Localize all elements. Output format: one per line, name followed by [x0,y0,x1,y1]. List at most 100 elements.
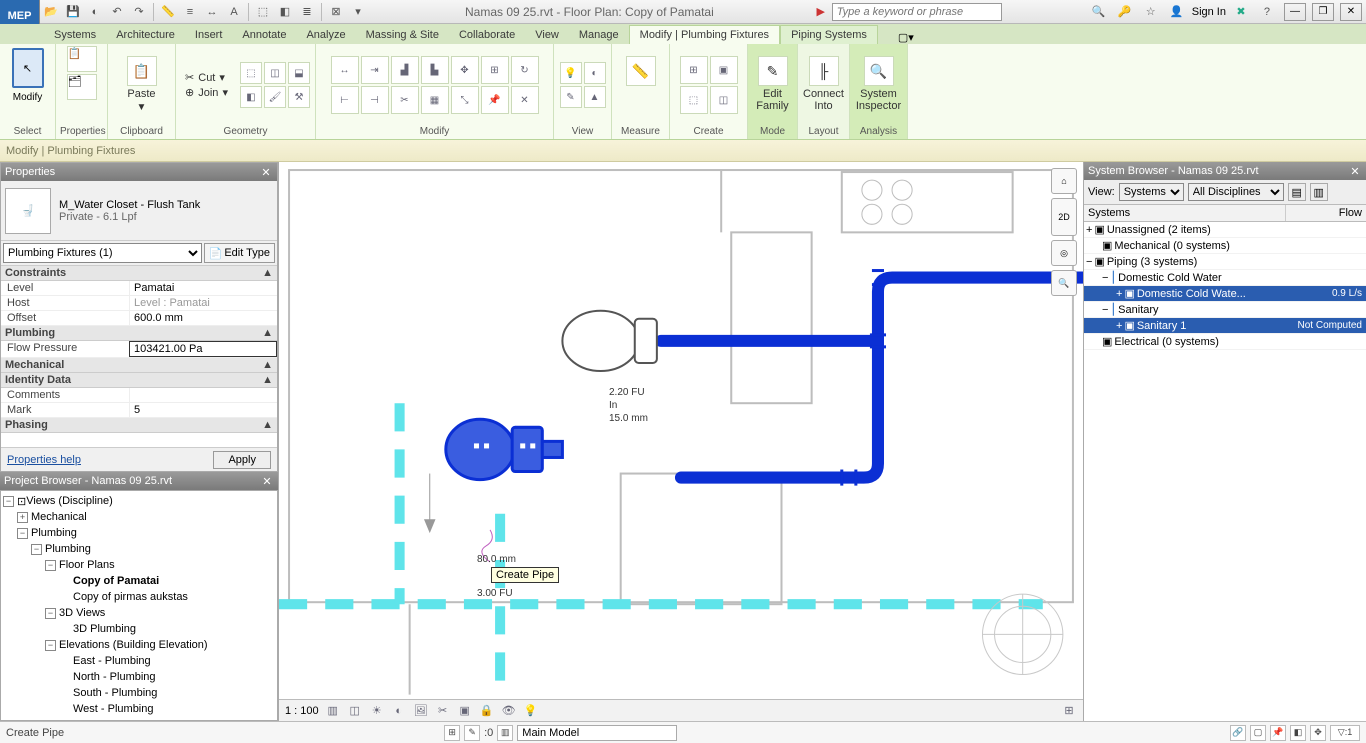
crop-region-icon[interactable]: ▣ [457,703,473,719]
help-search-input[interactable] [832,3,1002,21]
tab-analyze[interactable]: Analyze [296,26,355,44]
close-inactive-icon[interactable]: ⊠ [325,1,347,23]
worksets-icon[interactable]: ⊞ [1061,703,1077,719]
cut-button[interactable]: ✂ Cut ▾ [185,71,228,84]
tab-view[interactable]: View [525,26,569,44]
search-icon[interactable]: 🔍 [1088,1,1110,23]
scale-icon-btn[interactable]: ⤡ [451,86,479,114]
cat-constraints[interactable]: Constraints▲ [1,266,277,281]
main-model-field[interactable] [517,725,677,741]
col-systems[interactable]: Systems [1084,205,1286,221]
lock-3d-icon[interactable]: 🔒 [479,703,495,719]
reveal-hidden-icon[interactable]: 💡 [523,703,539,719]
measure-button[interactable]: 📏 [620,52,662,118]
properties-button[interactable]: 📋 [67,46,97,72]
sun-path-icon[interactable]: ☀ [369,703,385,719]
section-icon[interactable]: ◧ [274,1,296,23]
close-icon[interactable]: ✕ [259,165,273,179]
override-icon[interactable]: ◐ [584,62,606,84]
system-inspector-button[interactable]: 🔍System Inspector [858,52,900,118]
play-icon[interactable]: ▶ [810,1,832,23]
cat-plumbing[interactable]: Plumbing▲ [1,326,277,341]
tree-floorplans[interactable]: Floor Plans [59,559,115,571]
app-menu-button[interactable]: MEP [0,0,40,24]
split-face-icon[interactable]: ◧ [240,86,262,108]
shadows-icon[interactable]: ◐ [391,703,407,719]
connect-into-button[interactable]: ╟Connect Into [803,52,845,118]
tree-toggle[interactable]: − [45,640,56,651]
paste-button[interactable]: 📋Paste▼ [121,52,163,118]
tree-west[interactable]: West - Plumbing [73,703,154,715]
editable-only-icon[interactable]: ✎ [464,725,480,741]
worksets-icon[interactable]: ⊞ [444,725,460,741]
signin-link[interactable]: Sign In [1192,6,1226,18]
tree-toggle[interactable]: − [1102,304,1108,316]
tree-plumbing-sub[interactable]: Plumbing [45,543,91,555]
tree-view-copy-pamatai[interactable]: Copy of Pamatai [73,575,159,587]
tree-toggle[interactable]: − [45,560,56,571]
tree-east[interactable]: East - Plumbing [73,655,151,667]
drag-on-select-icon[interactable]: ✥ [1310,725,1326,741]
zoom-icon[interactable]: 🔍 [1051,270,1077,296]
drawing-canvas[interactable]: 2.20 FU In 15.0 mm 80.0 mm Create Pipe 3… [278,162,1084,721]
tab-manage[interactable]: Manage [569,26,629,44]
tab-insert[interactable]: Insert [185,26,233,44]
select-links-icon[interactable]: 🔗 [1230,725,1246,741]
tree-root[interactable]: Views (Discipline) [26,495,113,507]
user-icon[interactable]: 👤 [1166,1,1188,23]
properties-header[interactable]: Properties✕ [1,163,277,181]
star-icon[interactable]: ☆ [1140,1,1162,23]
tree-3dviews[interactable]: 3D Views [59,607,105,619]
sync-icon[interactable]: ◐ [84,1,106,23]
cut-geom-icon[interactable]: ◫ [264,62,286,84]
tree-toggle[interactable]: − [31,544,42,555]
trim-extend-icon[interactable]: ⊢ [331,86,359,114]
render-dialog-icon[interactable]: 🖼 [413,703,429,719]
select-pinned-icon[interactable]: 📌 [1270,725,1286,741]
move-icon-btn[interactable]: ✥ [451,56,479,84]
tree-view-copy-pirmas[interactable]: Copy of pirmas aukstas [73,591,188,603]
tree-toggle[interactable]: − [3,496,14,507]
delete-icon[interactable]: ✕ [511,86,539,114]
tree-toggle[interactable]: + [17,512,28,523]
close-button[interactable]: ✕ [1340,3,1362,21]
cat-identity[interactable]: Identity Data▲ [1,373,277,388]
filter-icon[interactable]: ▥ [1310,183,1328,201]
align-icon[interactable]: ≡ [179,1,201,23]
design-options-icon[interactable]: ▥ [497,725,513,741]
paint-icon[interactable]: 🖌 [264,86,286,108]
pin-icon[interactable]: 📌 [481,86,509,114]
wall-join-icon[interactable]: ⬓ [288,62,310,84]
temp-hide-icon[interactable]: 👁 [501,703,517,719]
restore-button[interactable]: ❐ [1312,3,1334,21]
apply-button[interactable]: Apply [213,451,271,469]
select-underlay-icon[interactable]: ▢ [1250,725,1266,741]
edit-type-button[interactable]: 📄Edit Type [204,243,275,263]
create-group-icon[interactable]: ▣ [710,56,738,84]
tab-modify-plumbing-fixtures[interactable]: Modify | Plumbing Fixtures [629,25,780,44]
steering-wheel-icon[interactable]: ◎ [1051,240,1077,266]
text-icon[interactable]: A [223,1,245,23]
rotate-icon-btn[interactable]: ↻ [511,56,539,84]
tree-north[interactable]: North - Plumbing [73,671,156,683]
system-browser-header[interactable]: System Browser - Namas 09 25.rvt✕ [1084,162,1366,180]
detail-level-icon[interactable]: ▥ [325,703,341,719]
help-icon[interactable]: ? [1256,1,1278,23]
thin-lines-icon[interactable]: ≣ [296,1,318,23]
type-properties-button[interactable]: 🗂 [67,74,97,100]
scale-selector[interactable]: 1 : 100 [285,705,319,717]
tree-elevations[interactable]: Elevations (Building Elevation) [59,639,208,651]
properties-help-link[interactable]: Properties help [7,454,81,466]
viewcube-icon[interactable]: 2D [1051,198,1077,236]
close-icon[interactable]: ✕ [1348,164,1362,178]
home-icon[interactable]: ⌂ [1051,168,1077,194]
tab-architecture[interactable]: Architecture [106,26,185,44]
tree-toggle[interactable]: + [1116,288,1122,300]
ribbon-minimize-icon[interactable]: ▢▾ [898,31,914,44]
redo-icon[interactable]: ↷ [128,1,150,23]
system-browser-grid[interactable]: SystemsFlow +▣ Unassigned (2 items) ▣ Me… [1084,205,1366,721]
dim-icon[interactable]: ↔ [201,1,223,23]
create-assembly-icon[interactable]: ⬚ [680,86,708,114]
properties-grid[interactable]: Constraints▲ LevelPamatai HostLevel : Pa… [1,266,277,447]
copy-icon-btn[interactable]: ⊞ [481,56,509,84]
